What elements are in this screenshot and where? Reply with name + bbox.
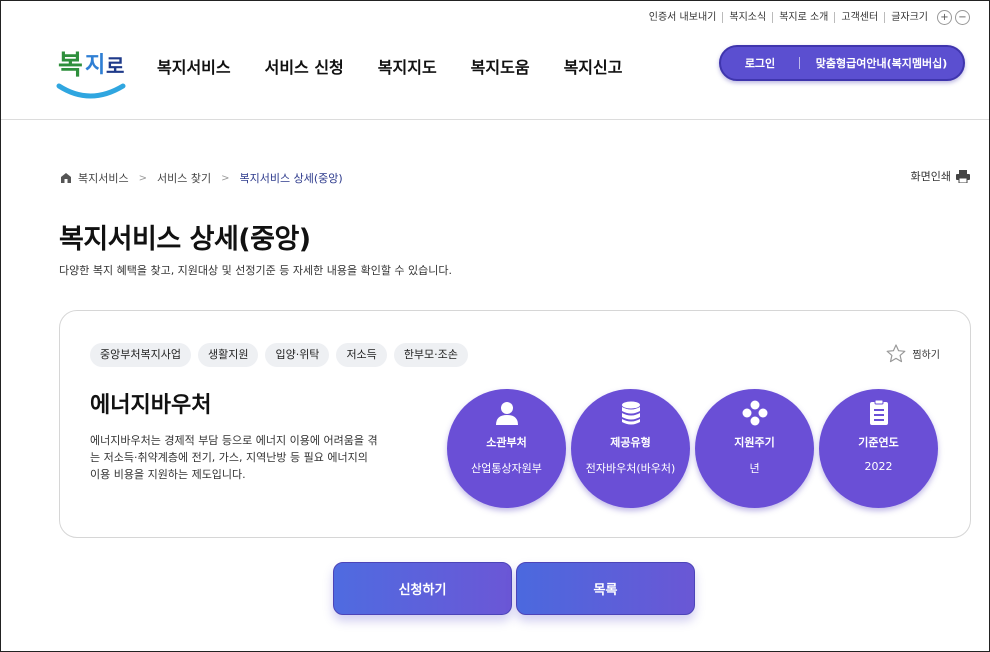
info-value: 전자바우처(바우처) — [585, 462, 676, 475]
util-link-news[interactable]: 복지소식 — [722, 12, 772, 23]
util-font-size-label: 글자크기 — [884, 12, 934, 23]
chevron-right-icon: > — [138, 172, 147, 184]
nav-welfare-service[interactable]: 복지서비스 — [157, 54, 231, 78]
tag[interactable]: 입양·위탁 — [265, 343, 330, 367]
info-label: 소관부처 — [486, 436, 527, 449]
document-list-icon — [869, 400, 888, 425]
nav-welfare-map[interactable]: 복지지도 — [378, 54, 437, 78]
info-provision-type: 제공유형 전자바우처(바우처) — [571, 389, 690, 508]
service-info-list: 소관부처 산업통상자원부 제공유형 전자바우처(바우처) 지원주기 년 기준연도… — [447, 389, 938, 508]
favorite-button[interactable]: 찜하기 — [886, 344, 940, 363]
nav-welfare-report[interactable]: 복지신고 — [564, 54, 623, 78]
util-link-cert-export[interactable]: 인증서 내보내기 — [643, 12, 723, 23]
home-icon[interactable] — [60, 172, 72, 184]
list-button[interactable]: 목록 — [516, 562, 695, 615]
printer-icon — [956, 169, 970, 183]
favorite-label: 찜하기 — [912, 350, 940, 361]
coin-stack-icon — [621, 401, 640, 425]
breadcrumb-item-current: 복지서비스 상세(중앙) — [239, 172, 343, 185]
person-icon — [495, 402, 518, 425]
login-button[interactable]: 로그인 — [721, 55, 799, 71]
svg-text:복: 복 — [58, 50, 83, 81]
info-value: 2022 — [864, 460, 893, 473]
membership-guide-button[interactable]: 맞춤형급여안내(복지멤버십) — [800, 55, 963, 71]
star-icon — [886, 344, 906, 363]
tag[interactable]: 중앙부처복지사업 — [90, 343, 191, 367]
info-label: 지원주기 — [734, 436, 775, 449]
apply-button[interactable]: 신청하기 — [333, 562, 512, 615]
font-size-plus-button[interactable]: + — [937, 10, 952, 25]
nav-welfare-help[interactable]: 복지도움 — [471, 54, 530, 78]
main-nav: 복지서비스 서비스 신청 복지지도 복지도움 복지신고 — [157, 54, 622, 78]
info-support-cycle: 지원주기 년 — [695, 389, 814, 508]
svg-text:로: 로 — [106, 54, 124, 78]
tag[interactable]: 생활지원 — [197, 343, 259, 367]
svg-text:지: 지 — [85, 53, 105, 78]
print-label: 화면인쇄 — [910, 170, 951, 183]
page-title: 복지서비스 상세(중앙) — [59, 224, 311, 255]
info-ministry: 소관부처 산업통상자원부 — [447, 389, 566, 508]
info-label: 기준연도 — [858, 436, 899, 449]
info-value: 산업통상자원부 — [471, 462, 542, 475]
tag[interactable]: 한부모·조손 — [393, 343, 468, 367]
breadcrumb: 복지서비스 > 서비스 찾기 > 복지서비스 상세(중앙) — [60, 170, 343, 186]
service-card: 중앙부처복지사업 생활지원 입양·위탁 저소득 한부모·조손 찜하기 에너지바우… — [59, 310, 971, 538]
tag[interactable]: 저소득 — [336, 343, 387, 367]
info-value: 년 — [749, 462, 760, 475]
breadcrumb-item-find-service[interactable]: 서비스 찾기 — [157, 170, 211, 186]
site-logo[interactable]: 복 지 로 — [56, 40, 128, 104]
util-link-about[interactable]: 복지로 소개 — [772, 12, 834, 23]
info-label: 제공유형 — [610, 436, 651, 449]
print-button[interactable]: 화면인쇄 — [911, 168, 970, 184]
header-divider — [0, 119, 990, 120]
tag-list: 중앙부처복지사업 생활지원 입양·위탁 저소득 한부모·조손 — [90, 343, 468, 367]
cycle-dots-icon — [742, 400, 767, 426]
info-base-year: 기준연도 2022 — [819, 389, 938, 508]
service-name: 에너지바우처 — [90, 393, 212, 418]
service-description: 에너지바우처는 경제적 부담 등으로 에너지 이용에 어려움을 겪는 저소득·취… — [90, 434, 378, 481]
nav-service-apply[interactable]: 서비스 신청 — [265, 54, 344, 78]
chevron-right-icon: > — [221, 172, 230, 184]
font-size-minus-button[interactable]: − — [955, 10, 970, 25]
page-description: 다양한 복지 혜택을 찾고, 지원대상 및 선정기준 등 자세한 내용을 확인할… — [59, 264, 453, 277]
utility-bar: 인증서 내보내기 복지소식 복지로 소개 고객센터 글자크기 + − — [643, 10, 970, 25]
login-membership-bar: 로그인 맞춤형급여안내(복지멤버십) — [719, 45, 965, 81]
breadcrumb-item-welfare-service[interactable]: 복지서비스 — [78, 170, 129, 186]
util-link-customer-center[interactable]: 고객센터 — [834, 12, 884, 23]
